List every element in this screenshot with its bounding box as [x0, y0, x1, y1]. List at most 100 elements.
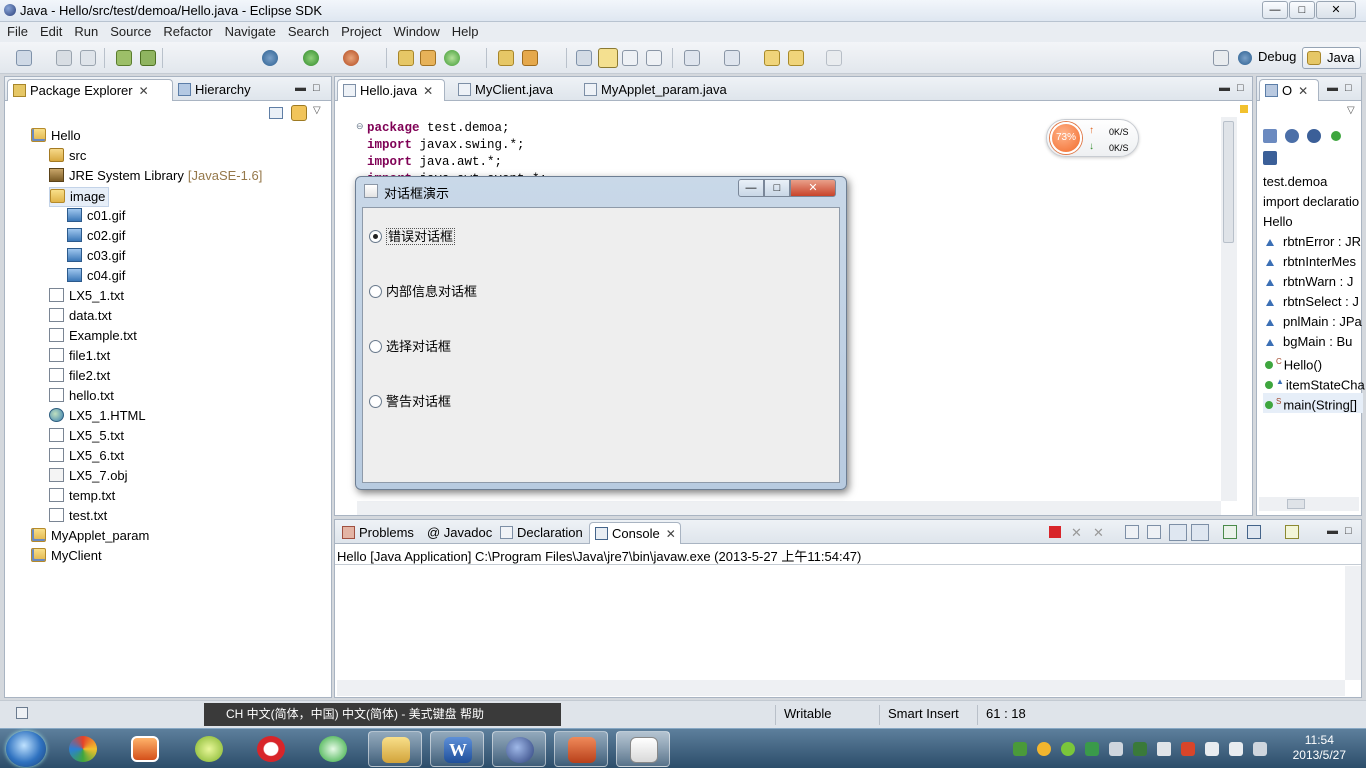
tray-app-icon[interactable]: [1133, 742, 1147, 756]
tab-hierarchy[interactable]: Hierarchy: [173, 79, 257, 101]
build-all-icon[interactable]: [140, 50, 156, 66]
tree-item[interactable]: LX5_7.obj: [49, 467, 128, 487]
new-icon[interactable]: [16, 50, 32, 66]
editor-hscroll[interactable]: [357, 501, 1221, 515]
maximize-button[interactable]: □: [1289, 1, 1315, 19]
tab-myclient-java[interactable]: MyClient.java: [453, 79, 559, 101]
menu-project[interactable]: Project: [334, 22, 386, 41]
menu-edit[interactable]: Edit: [33, 22, 67, 41]
scroll-lock-icon[interactable]: [1147, 525, 1161, 539]
radio-dot[interactable]: [369, 230, 382, 243]
tab-javadoc[interactable]: @ Javadoc: [421, 522, 498, 544]
fold-icon[interactable]: ⊖: [356, 121, 364, 132]
taskbar-app-eclipse[interactable]: [492, 731, 546, 767]
close-tab-icon[interactable]: ✕: [1298, 84, 1308, 98]
minimize-button[interactable]: —: [1262, 1, 1288, 19]
tree-item[interactable]: file1.txt: [49, 347, 110, 367]
outline-item[interactable]: rbtnError : JR: [1263, 233, 1361, 253]
editor-vscroll[interactable]: [1221, 117, 1237, 501]
previous-annotation-icon[interactable]: [724, 50, 740, 66]
hide-non-public-icon[interactable]: [1331, 131, 1341, 141]
taskbar-app-video[interactable]: [244, 731, 298, 767]
scroll-thumb[interactable]: [1287, 499, 1305, 509]
pin-console-icon[interactable]: [1223, 525, 1237, 539]
tree-item[interactable]: file2.txt: [49, 367, 110, 387]
outline-item[interactable]: Hello: [1263, 213, 1293, 233]
tree-item[interactable]: LX5_1.txt: [49, 287, 124, 307]
taskbar-app-browser[interactable]: [306, 731, 360, 767]
search-icon[interactable]: [522, 50, 538, 66]
tree-item[interactable]: data.txt: [49, 307, 112, 327]
outline-item[interactable]: test.demoa: [1263, 173, 1327, 193]
show-on-stdout-icon[interactable]: [1169, 524, 1187, 541]
link-with-editor-icon[interactable]: [291, 105, 307, 121]
view-menu-icon[interactable]: ▽: [313, 105, 321, 116]
minimize-view-icon[interactable]: ▬: [1219, 82, 1230, 94]
menu-help[interactable]: Help: [445, 22, 484, 41]
forward-icon[interactable]: [826, 50, 842, 66]
tab-console[interactable]: Console ✕: [589, 522, 681, 544]
radio-dot[interactable]: [369, 395, 382, 408]
tray-device-icon[interactable]: [1205, 742, 1219, 756]
outline-item[interactable]: bgMain : Bu: [1263, 333, 1352, 353]
hide-static-icon[interactable]: [1307, 129, 1321, 143]
outline-item[interactable]: Smain(String[]: [1263, 393, 1363, 413]
close-tab-icon[interactable]: ✕: [423, 84, 433, 98]
menu-refactor[interactable]: Refactor: [156, 22, 217, 41]
tray-display-icon[interactable]: [1109, 742, 1123, 756]
outline-hscroll[interactable]: [1259, 497, 1359, 511]
tree-item[interactable]: Example.txt: [49, 327, 137, 347]
back-icon[interactable]: [788, 50, 804, 66]
console-hscroll[interactable]: [337, 680, 1345, 696]
new-package-icon[interactable]: [420, 50, 436, 66]
tree-item[interactable]: c02.gif: [67, 227, 125, 247]
tab-problems[interactable]: Problems: [337, 522, 420, 544]
tree-item[interactable]: test.txt: [49, 507, 107, 527]
remove-all-icon[interactable]: ✕: [1093, 525, 1104, 541]
tree-item[interactable]: c04.gif: [67, 267, 125, 287]
display-console-icon[interactable]: [1247, 525, 1261, 539]
tree-item[interactable]: c01.gif: [67, 207, 125, 227]
menu-source[interactable]: Source: [103, 22, 156, 41]
clear-console-icon[interactable]: [1125, 525, 1139, 539]
show-on-stderr-icon[interactable]: [1191, 524, 1209, 541]
remove-launch-icon[interactable]: ✕: [1071, 525, 1082, 541]
debug-icon[interactable]: [262, 50, 278, 66]
tree-item[interactable]: image: [49, 187, 110, 207]
tree-item[interactable]: JRE System Library [JavaSE-1.6]: [49, 167, 262, 187]
tray-flag-icon[interactable]: [1253, 742, 1267, 756]
open-perspective-icon[interactable]: [1213, 50, 1229, 66]
close-button[interactable]: ✕: [1316, 1, 1356, 19]
tab-hello-java[interactable]: Hello.java ✕: [337, 79, 445, 101]
radio-error-dialog[interactable]: 错误对话框: [369, 226, 456, 246]
tree-item[interactable]: Hello: [31, 127, 81, 147]
overview-warning-icon[interactable]: [1240, 105, 1248, 113]
radio-dot[interactable]: [369, 340, 382, 353]
fast-view-icon[interactable]: [16, 707, 28, 719]
maximize-view-icon[interactable]: □: [313, 82, 320, 94]
sort-icon[interactable]: [1263, 129, 1277, 143]
tree-item[interactable]: MyApplet_param: [31, 527, 149, 547]
menu-window[interactable]: Window: [387, 22, 445, 41]
build-icon[interactable]: [116, 50, 132, 66]
tree-item[interactable]: src: [49, 147, 86, 167]
tray-star-icon[interactable]: [1037, 742, 1051, 756]
dialog-minimize-button[interactable]: —: [738, 179, 764, 197]
tree-item[interactable]: hello.txt: [49, 387, 114, 407]
new-java-project-icon[interactable]: [398, 50, 414, 66]
tray-qq-icon[interactable]: [1181, 742, 1195, 756]
taskbar-app-powerpoint[interactable]: [554, 731, 608, 767]
collapse-all-icon[interactable]: [269, 107, 283, 119]
outline-item[interactable]: rbtnWarn : J: [1263, 273, 1353, 293]
close-tab-icon[interactable]: ✕: [139, 84, 149, 98]
taskbar-app-media-player[interactable]: [118, 731, 172, 767]
tree-item[interactable]: LX5_1.HTML: [49, 407, 146, 427]
toggle-breadcrumb-icon[interactable]: [576, 50, 592, 66]
network-speed-widget[interactable]: 73% ↑ ↓ 0K/S 0K/S: [1046, 119, 1139, 157]
minimize-view-icon[interactable]: ▬: [295, 82, 306, 94]
taskbar-clock[interactable]: 11:54 2013/5/27: [1293, 733, 1346, 763]
dialog-close-button[interactable]: ✕: [790, 179, 836, 197]
radio-internal-info-dialog[interactable]: 内部信息对话框: [369, 281, 477, 301]
menu-file[interactable]: File: [0, 22, 33, 41]
minimize-view-icon[interactable]: ▬: [1327, 525, 1338, 537]
